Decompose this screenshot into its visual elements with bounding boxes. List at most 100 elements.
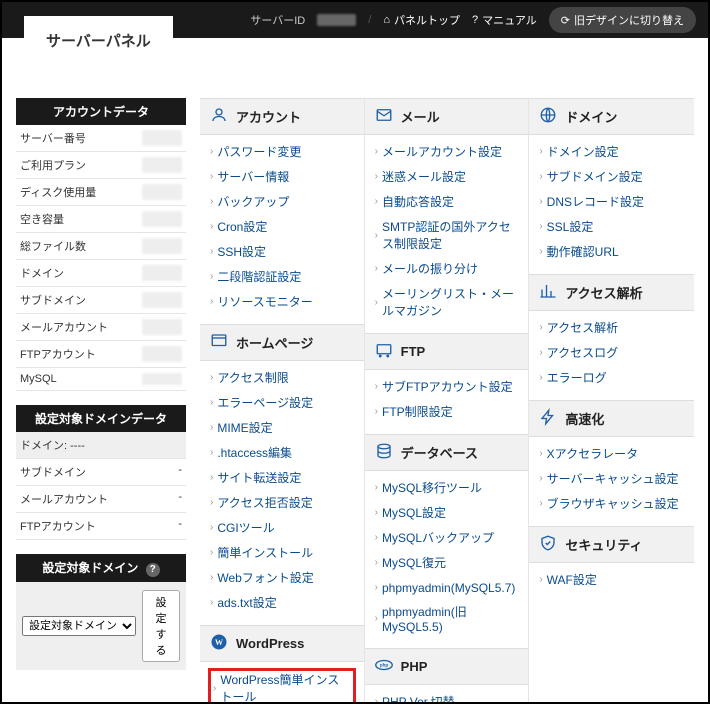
menu-link-database-1[interactable]: ›MySQL設定: [375, 504, 446, 521]
menu-link-mail-2[interactable]: ›自動応答設定: [375, 193, 454, 210]
menu-link-access-1[interactable]: ›アクセスログ: [539, 344, 618, 361]
set-domain-button[interactable]: 設定する: [142, 590, 180, 662]
menu-link-database-2[interactable]: ›MySQLバックアップ: [375, 529, 494, 546]
chevron-right-icon: ›: [210, 522, 213, 533]
sidebar-stat-row: ドメイン: [16, 260, 186, 287]
menu-link-domain-2[interactable]: ›DNSレコード設定: [539, 193, 644, 210]
security-icon: [539, 534, 557, 555]
menu-link-access-2[interactable]: ›エラーログ: [539, 369, 606, 386]
menu-link-database-0[interactable]: ›MySQL移行ツール: [375, 479, 482, 496]
chevron-right-icon: ›: [375, 263, 378, 274]
menu-link-account-0[interactable]: ›パスワード変更: [210, 143, 301, 160]
menu-link-account-2[interactable]: ›バックアップ: [210, 193, 289, 210]
mail-icon: [375, 106, 393, 127]
menu-link-mail-5[interactable]: ›メーリングリスト・メールマガジン: [375, 285, 519, 319]
domain-data-heading: 設定対象ドメインデータ: [16, 405, 186, 432]
chevron-right-icon: ›: [375, 406, 378, 417]
category-mail: メール›メールアカウント設定›迷惑メール設定›自動応答設定›SMTP認証の国外ア…: [365, 98, 529, 333]
panel-top-link[interactable]: ⌂ パネルトップ: [383, 12, 460, 28]
chevron-right-icon: ›: [210, 271, 213, 282]
menu-link-database-3[interactable]: ›MySQL復元: [375, 554, 446, 571]
menu-link-homepage-9[interactable]: ›ads.txt設定: [210, 594, 277, 611]
chevron-right-icon: ›: [210, 146, 213, 157]
account-data-block: アカウントデータ サーバー番号 ご利用プラン ディスク使用量 空き容量 総ファイ…: [16, 98, 186, 391]
chevron-right-icon: ›: [539, 146, 542, 157]
menu-link-mail-3[interactable]: ›SMTP認証の国外アクセス制限設定: [375, 218, 519, 252]
menu-link-homepage-4[interactable]: ›サイト転送設定: [210, 469, 301, 486]
main-panel: アカウント›パスワード変更›サーバー情報›バックアップ›Cron設定›SSH設定…: [200, 98, 694, 704]
menu-link-account-1[interactable]: ›サーバー情報: [210, 168, 289, 185]
manual-link[interactable]: ? マニュアル: [472, 12, 537, 28]
menu-link-domain-1[interactable]: ›サブドメイン設定: [539, 168, 642, 185]
chevron-right-icon: ›: [539, 246, 542, 257]
menu-item: ›MIME設定: [200, 415, 364, 440]
menu-item: ›Xアクセラレータ: [529, 441, 694, 466]
menu-link-ftp-0[interactable]: ›サブFTPアカウント設定: [375, 378, 513, 395]
chevron-right-icon: ›: [375, 482, 378, 493]
target-domain-select[interactable]: 設定対象ドメイン: [22, 616, 136, 636]
menu-link-access-0[interactable]: ›アクセス解析: [539, 319, 618, 336]
target-domain-block: 設定対象ドメイン ? 設定対象ドメイン 設定する: [16, 554, 186, 670]
menu-link-domain-4[interactable]: ›動作確認URL: [539, 243, 618, 260]
menu-link-database-5[interactable]: ›phpmyadmin(旧MySQL5.5): [375, 603, 519, 634]
menu-item: ›WordPress簡単インストール: [200, 666, 364, 704]
sidebar-stat-row: 総ファイル数: [16, 233, 186, 260]
menu-link-homepage-1[interactable]: ›エラーページ設定: [210, 394, 313, 411]
menu-link-php-0[interactable]: ›PHP Ver.切替: [375, 693, 455, 704]
chevron-right-icon: ›: [210, 372, 213, 383]
menu-item: ›リソースモニター: [200, 289, 364, 314]
menu-item: ›PHP Ver.切替: [365, 689, 529, 704]
menu-link-homepage-8[interactable]: ›Webフォント設定: [210, 569, 314, 586]
menu-link-homepage-2[interactable]: ›MIME設定: [210, 419, 273, 436]
help-icon[interactable]: ?: [146, 563, 160, 577]
menu-link-mail-0[interactable]: ›メールアカウント設定: [375, 143, 502, 160]
menu-item: ›自動応答設定: [365, 189, 529, 214]
menu-item: ›Cron設定: [200, 214, 364, 239]
menu-item: ›WAF設定: [529, 567, 694, 592]
category-heading: WWordPress: [200, 625, 364, 662]
menu-link-domain-3[interactable]: ›SSL設定: [539, 218, 593, 235]
menu-link-domain-0[interactable]: ›ドメイン設定: [539, 143, 618, 160]
menu-link-account-4[interactable]: ›SSH設定: [210, 243, 266, 260]
menu-link-homepage-0[interactable]: ›アクセス制限: [210, 369, 289, 386]
target-domain-heading: 設定対象ドメイン ?: [16, 554, 186, 582]
menu-link-account-6[interactable]: ›リソースモニター: [210, 293, 313, 310]
menu-link-ftp-1[interactable]: ›FTP制限設定: [375, 403, 453, 420]
menu-link-homepage-7[interactable]: ›簡単インストール: [210, 544, 313, 561]
chevron-right-icon: ›: [210, 246, 213, 257]
category-php: phpPHP›PHP Ver.切替›php.ini設定: [365, 648, 529, 704]
menu-link-homepage-6[interactable]: ›CGIツール: [210, 519, 275, 536]
menu-link-homepage-3[interactable]: ›.htaccess編集: [210, 444, 292, 461]
highlighted-item: ›WordPress簡単インストール: [208, 668, 356, 704]
menu-link-security-0[interactable]: ›WAF設定: [539, 571, 597, 588]
menu-link-speed-0[interactable]: ›Xアクセラレータ: [539, 445, 638, 462]
chevron-right-icon: ›: [539, 498, 542, 509]
menu-item: ›パスワード変更: [200, 139, 364, 164]
menu-link-account-3[interactable]: ›Cron設定: [210, 218, 267, 235]
menu-link-mail-1[interactable]: ›迷惑メール設定: [375, 168, 466, 185]
menu-link-account-5[interactable]: ›二段階認証設定: [210, 268, 301, 285]
php-icon: php: [375, 656, 393, 677]
chevron-right-icon: ›: [210, 221, 213, 232]
menu-item: ›二段階認証設定: [200, 264, 364, 289]
menu-link-wordpress-0[interactable]: ›WordPress簡単インストール: [213, 671, 351, 704]
old-design-button[interactable]: ⟳ 旧デザインに切り替え: [549, 7, 696, 33]
chevron-right-icon: ›: [375, 557, 378, 568]
menu-link-database-4[interactable]: ›phpmyadmin(MySQL5.7): [375, 581, 516, 595]
menu-link-speed-2[interactable]: ›ブラウザキャッシュ設定: [539, 495, 678, 512]
refresh-icon: ⟳: [561, 14, 570, 27]
menu-item: ›ドメイン設定: [529, 139, 694, 164]
ftp-icon: [375, 341, 393, 362]
menu-link-speed-1[interactable]: ›サーバーキャッシュ設定: [539, 470, 678, 487]
menu-link-mail-4[interactable]: ›メールの振り分け: [375, 260, 478, 277]
sidebar-stat-row: 空き容量: [16, 206, 186, 233]
chevron-right-icon: ›: [539, 473, 542, 484]
menu-item: ›CGIツール: [200, 515, 364, 540]
menu-link-homepage-5[interactable]: ›アクセス拒否設定: [210, 494, 313, 511]
category-ftp: FTP›サブFTPアカウント設定›FTP制限設定: [365, 333, 529, 434]
chevron-right-icon: ›: [210, 196, 213, 207]
chevron-right-icon: ›: [210, 497, 213, 508]
menu-item: ›アクセス制限: [200, 365, 364, 390]
domain-icon: [539, 106, 557, 127]
menu-item: ›エラーページ設定: [200, 390, 364, 415]
